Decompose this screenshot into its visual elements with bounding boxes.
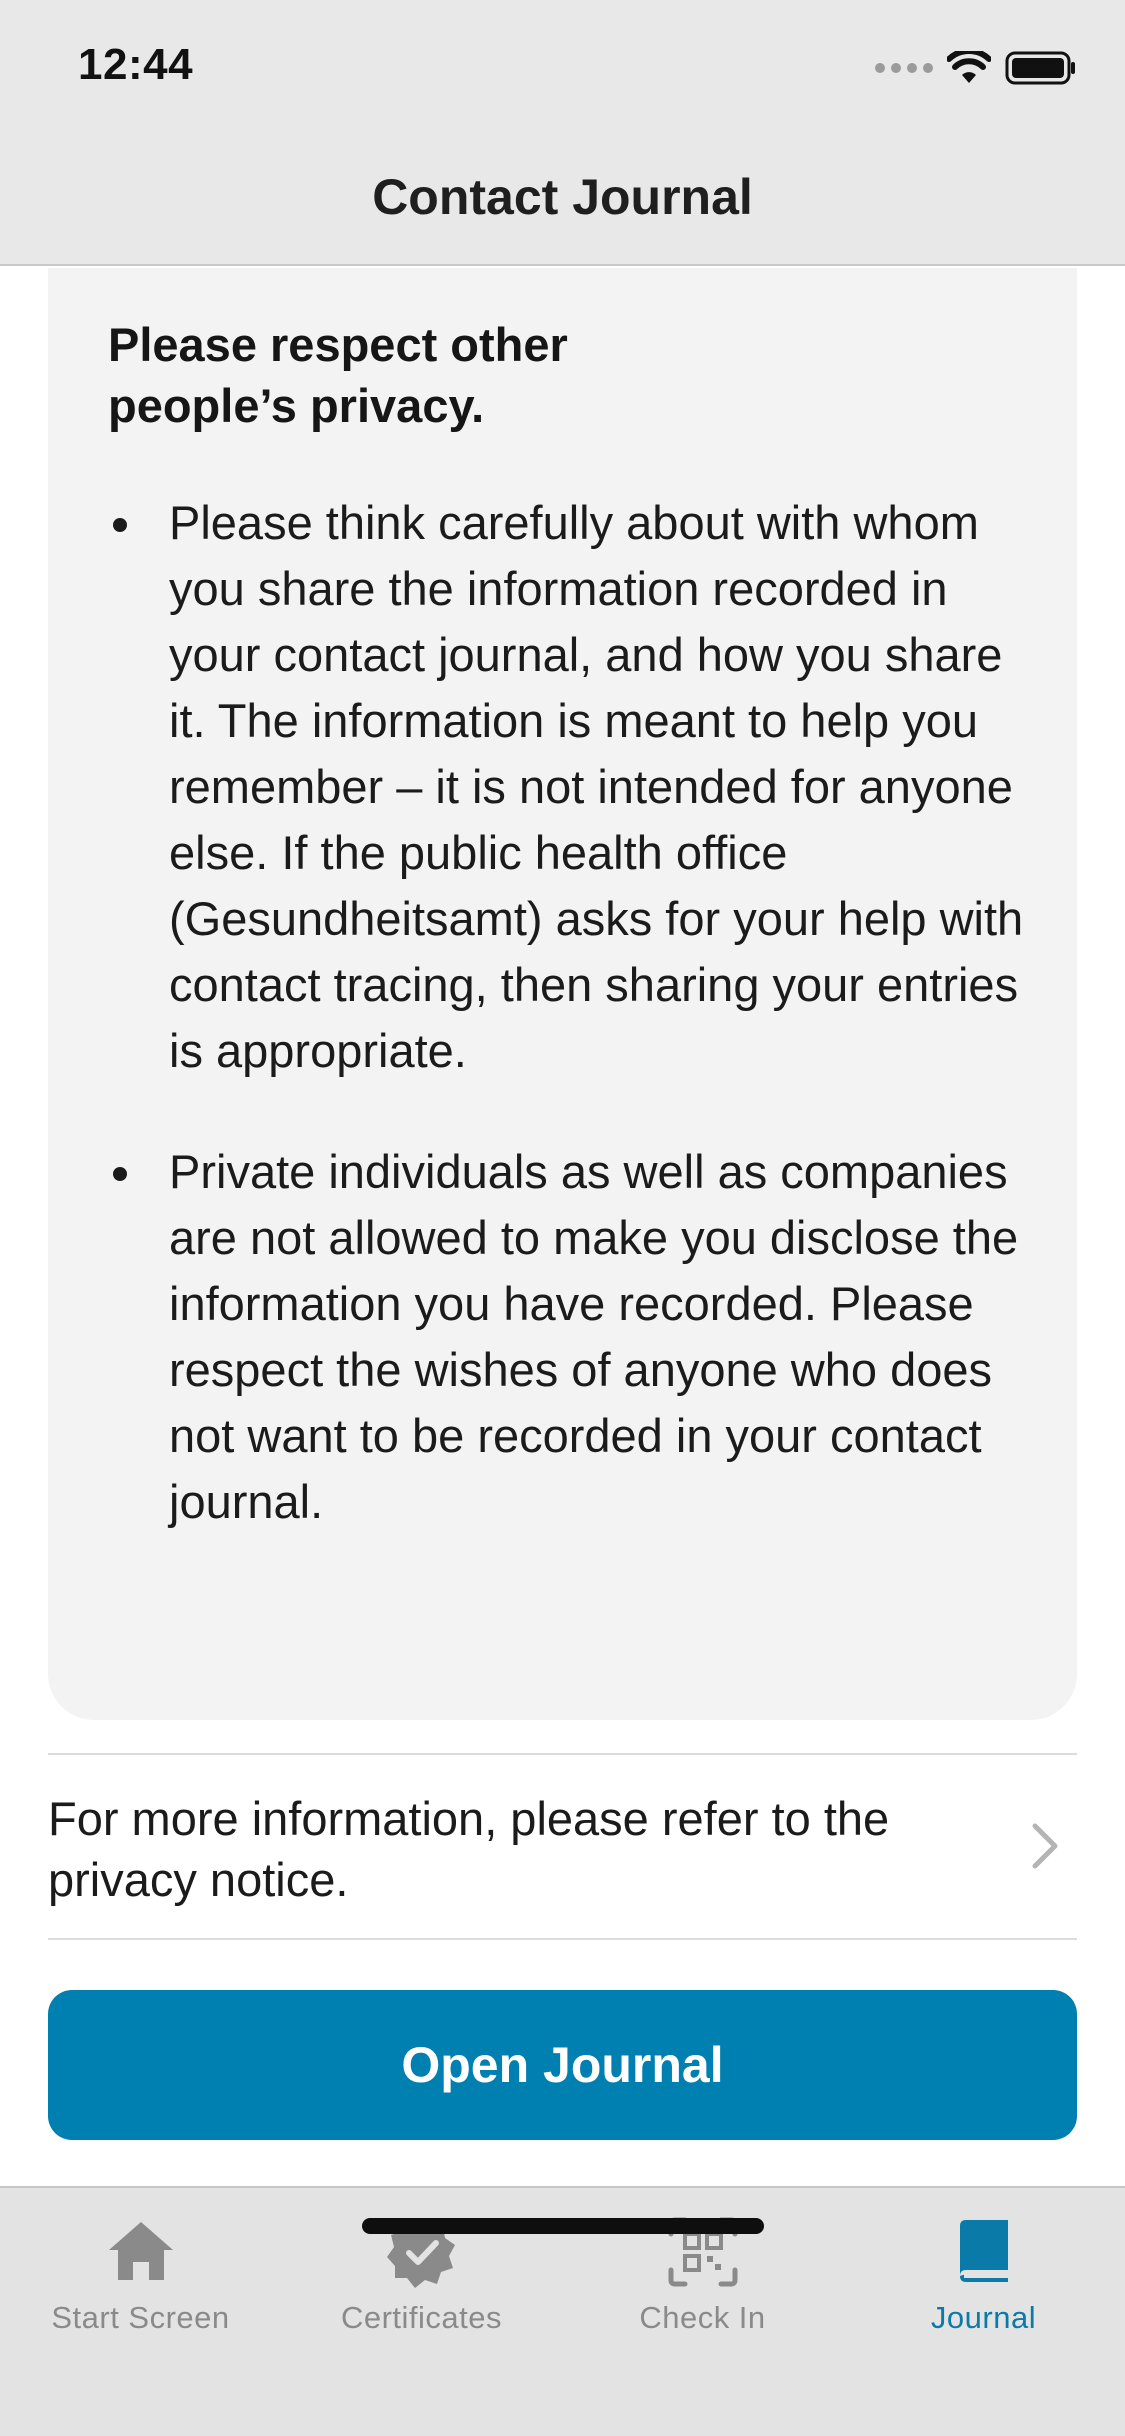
home-indicator: [362, 2218, 764, 2234]
tab-label: Certificates: [340, 2300, 503, 2335]
book-icon: [959, 2220, 1008, 2282]
list-item: Please think carefully about with whom y…: [48, 490, 1077, 1084]
privacy-info-card: Please respect other people’s privacy. P…: [48, 268, 1077, 1720]
divider: [48, 1753, 1077, 1755]
contact-journal-screen: 12:44 Contact Journal Please respect oth…: [0, 0, 1125, 2436]
home-icon: [108, 2222, 173, 2280]
bullet-text: Private individuals as well as companies…: [169, 1145, 1019, 1528]
privacy-bullet-list: Please think carefully about with whom y…: [48, 490, 1077, 1535]
tab-label: Check In: [639, 2300, 766, 2335]
status-time: 12:44: [78, 40, 194, 89]
battery-icon: [1005, 51, 1075, 85]
privacy-notice-link[interactable]: For more information, please refer to th…: [48, 1756, 1077, 1940]
tab-certificates[interactable]: Certificates: [281, 2188, 562, 2358]
page-title: Contact Journal: [372, 169, 753, 225]
list-item: Private individuals as well as companies…: [48, 1139, 1077, 1535]
privacy-notice-text: For more information, please refer to th…: [48, 1792, 890, 1906]
tab-label: Journal: [930, 2300, 1037, 2335]
bullet-dot: [113, 1167, 127, 1181]
divider: [48, 1938, 1077, 1940]
bullet-dot: [113, 518, 127, 532]
bullet-text: Please think carefully about with whom y…: [169, 496, 1024, 1077]
tab-check-in[interactable]: Check In: [562, 2188, 843, 2358]
cellular-signal-icon: [875, 63, 933, 73]
chevron-right-icon: [1032, 1823, 1058, 1869]
tab-journal[interactable]: Journal: [843, 2188, 1124, 2358]
navigation-header: 12:44 Contact Journal: [0, 0, 1125, 266]
open-journal-button[interactable]: Open Journal: [48, 1990, 1077, 2140]
wifi-icon: [947, 51, 991, 83]
tab-start-screen[interactable]: Start Screen: [0, 2188, 281, 2358]
status-icons: [875, 48, 1077, 88]
card-heading: Please respect other people’s privacy.: [108, 318, 568, 432]
tab-label: Start Screen: [51, 2300, 230, 2335]
